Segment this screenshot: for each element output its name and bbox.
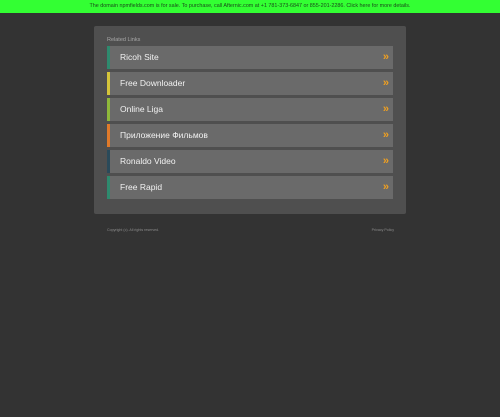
related-links-list: Ricoh Site » Free Downloader » Online Li… [107, 46, 393, 202]
double-chevron-right-icon: » [382, 129, 389, 141]
link-item-free-downloader[interactable]: Free Downloader » [107, 72, 393, 95]
color-bar [107, 176, 110, 199]
link-item-ronaldo-video[interactable]: Ronaldo Video » [107, 150, 393, 173]
related-links-panel: Related Links Ricoh Site » Free Download… [94, 26, 406, 214]
link-label: Free Rapid [120, 182, 163, 192]
color-bar [107, 98, 110, 121]
link-item-online-liga[interactable]: Online Liga » [107, 98, 393, 121]
color-bar [107, 124, 110, 147]
link-label: Приложение Фильмов [120, 130, 208, 140]
panel-heading: Related Links [107, 37, 141, 43]
color-bar [107, 72, 110, 95]
double-chevron-right-icon: » [382, 51, 389, 63]
link-label: Ronaldo Video [120, 156, 176, 166]
link-item-prilozhenie-filmov[interactable]: Приложение Фильмов » [107, 124, 393, 147]
color-bar [107, 46, 110, 69]
link-item-ricoh-site[interactable]: Ricoh Site » [107, 46, 393, 69]
link-item-free-rapid[interactable]: Free Rapid » [107, 176, 393, 199]
sale-banner[interactable]: The domain npmfields.com is for sale. To… [0, 0, 500, 13]
double-chevron-right-icon: » [382, 103, 389, 115]
link-label: Ricoh Site [120, 52, 159, 62]
double-chevron-right-icon: » [382, 155, 389, 167]
double-chevron-right-icon: » [382, 77, 389, 89]
copyright-text: Copyright (c). All rights reserved. [107, 228, 160, 232]
link-label: Online Liga [120, 104, 164, 114]
privacy-policy-link[interactable]: Privacy Policy [372, 228, 394, 232]
link-label: Free Downloader [120, 78, 186, 88]
double-chevron-right-icon: » [382, 181, 389, 193]
color-bar [107, 150, 110, 173]
